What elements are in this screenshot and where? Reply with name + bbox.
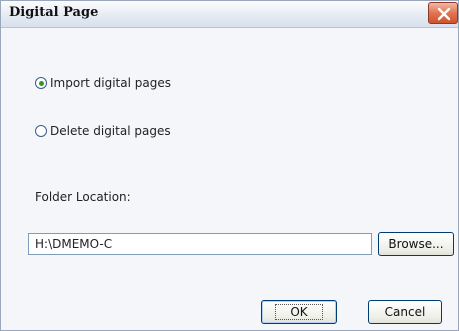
import-option[interactable]: Import digital pages bbox=[35, 76, 171, 90]
title-bar[interactable]: Digital Page bbox=[1, 1, 458, 28]
cancel-button[interactable]: Cancel bbox=[368, 300, 442, 324]
close-icon bbox=[437, 7, 451, 21]
window-title: Digital Page bbox=[9, 5, 99, 20]
ok-button-label: OK bbox=[275, 304, 323, 320]
delete-option[interactable]: Delete digital pages bbox=[35, 124, 171, 138]
folder-location-label: Folder Location: bbox=[35, 190, 131, 204]
radio-selected-dot bbox=[38, 80, 44, 86]
delete-radio[interactable] bbox=[35, 125, 47, 137]
browse-button[interactable]: Browse... bbox=[378, 232, 454, 256]
ok-button[interactable]: OK bbox=[261, 300, 337, 324]
close-button[interactable] bbox=[428, 2, 458, 24]
import-option-label[interactable]: Import digital pages bbox=[50, 76, 171, 90]
folder-path-input[interactable] bbox=[28, 233, 372, 255]
import-radio[interactable] bbox=[35, 77, 47, 89]
dialog-content: Import digital pages Delete digital page… bbox=[1, 28, 458, 330]
digital-page-dialog: Digital Page Import digital pages Delete… bbox=[0, 0, 459, 331]
delete-option-label[interactable]: Delete digital pages bbox=[50, 124, 171, 138]
